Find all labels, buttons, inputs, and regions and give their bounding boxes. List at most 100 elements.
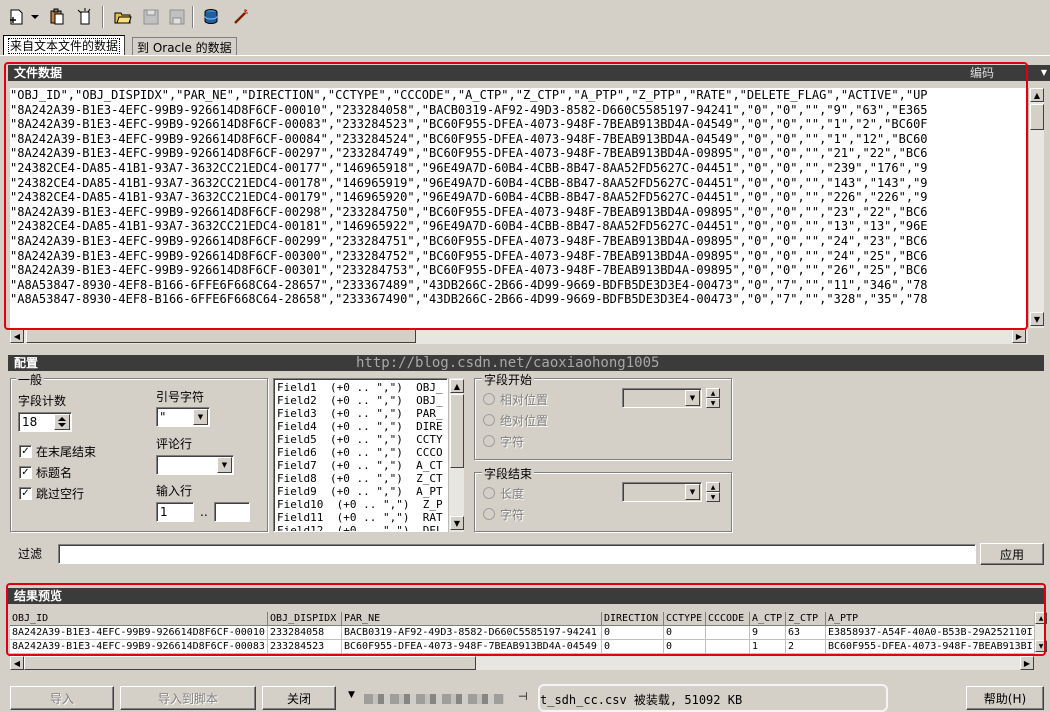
- input-row-from-value: 1: [160, 505, 168, 519]
- preview-scroll-left-icon[interactable]: ◀: [10, 656, 24, 670]
- encoding-dropdown-arrow-icon[interactable]: ▼: [1038, 65, 1050, 81]
- relative-position-label: 相对位置: [500, 393, 549, 407]
- field-list-item[interactable]: Field12 (+0 .. ",") DEL: [277, 524, 447, 531]
- field-start-dropdown-arrow-icon[interactable]: ▼: [685, 390, 700, 406]
- import-button-label: 导入: [49, 691, 74, 706]
- file-data-vertical-scrollbar[interactable]: ▲ ▼: [1028, 88, 1044, 328]
- blurred-text-icon: [364, 694, 504, 704]
- input-row-from-field[interactable]: 1: [156, 502, 194, 522]
- end-of-line-checkbox[interactable]: ✓: [19, 445, 32, 458]
- field-start-spinner-icon[interactable]: ▲ ▼: [706, 388, 720, 408]
- magic-wand-icon[interactable]: [230, 6, 252, 28]
- field-list[interactable]: Field1 (+0 .. ",") OBJ_ Field2 (+0 .. ","…: [273, 378, 448, 532]
- length-radio[interactable]: [483, 487, 495, 499]
- input-row-separator: ..: [200, 505, 208, 519]
- skip-blank-lines-checkbox[interactable]: ✓: [19, 487, 32, 500]
- length-label: 长度: [500, 487, 525, 501]
- apply-button-label: 应用: [999, 547, 1024, 562]
- general-title: 一般: [16, 371, 45, 388]
- tab-text-file-data[interactable]: 来自文本文件的数据: [3, 35, 126, 56]
- watermark-text: http://blog.csdn.net/caoxiaohong1005: [356, 355, 660, 371]
- field-list-item[interactable]: Field6 (+0 .. ",") CCCO: [277, 446, 447, 459]
- field-list-item[interactable]: Field1 (+0 .. ",") OBJ_: [277, 381, 447, 394]
- input-row-label: 输入行: [156, 484, 193, 498]
- field-list-item[interactable]: Field5 (+0 .. ",") CCTY: [277, 433, 447, 446]
- import-to-script-button[interactable]: 导入到脚本: [120, 686, 256, 710]
- field-count-value: 18: [22, 415, 38, 429]
- field-list-scroll-up-icon[interactable]: ▲: [450, 379, 464, 393]
- preview-horizontal-scrollbar[interactable]: ◀ ▶: [10, 656, 1034, 670]
- field-start-dropdown[interactable]: ▼: [622, 388, 702, 408]
- import-to-script-label: 导入到脚本: [157, 691, 218, 706]
- scroll-left-arrow-icon[interactable]: ◀: [10, 329, 24, 343]
- open-folder-icon[interactable]: [112, 6, 134, 28]
- scroll-down-arrow-icon[interactable]: ▼: [1030, 312, 1044, 326]
- field-start-title: 字段开始: [482, 371, 535, 388]
- file-data-vscroll-thumb[interactable]: [1030, 104, 1044, 130]
- field-list-item[interactable]: Field3 (+0 .. ",") PAR_: [277, 407, 447, 420]
- absolute-position-radio[interactable]: [483, 414, 495, 426]
- quote-char-dropdown-arrow-icon[interactable]: ▼: [193, 409, 208, 425]
- quote-char-dropdown[interactable]: " ▼: [156, 407, 210, 427]
- field-list-scroll-thumb[interactable]: [450, 394, 464, 468]
- field-list-item[interactable]: Field7 (+0 .. ",") A_CT: [277, 459, 447, 472]
- end-character-label: 字符: [500, 508, 525, 522]
- field-list-item[interactable]: Field10 (+0 .. ",") Z_P: [277, 498, 447, 511]
- import-button[interactable]: 导入: [10, 686, 114, 710]
- end-character-radio[interactable]: [483, 508, 495, 520]
- input-row-to-field[interactable]: [214, 502, 250, 522]
- skip-blank-lines-label: 跳过空行: [36, 487, 85, 501]
- field-list-scroll-down-icon[interactable]: ▼: [450, 516, 464, 530]
- field-end-dropdown[interactable]: ▼: [622, 482, 702, 502]
- quote-char-value: ": [160, 410, 166, 424]
- field-list-item[interactable]: Field2 (+0 .. ",") OBJ_: [277, 394, 447, 407]
- save-as-disabled-icon[interactable]: [166, 6, 188, 28]
- file-data-horizontal-scrollbar[interactable]: ◀ ▶: [10, 328, 1028, 344]
- close-button[interactable]: 关闭: [262, 686, 336, 710]
- comment-line-dropdown[interactable]: ▼: [156, 455, 234, 475]
- preview-scroll-right-icon[interactable]: ▶: [1020, 656, 1034, 670]
- new-item-sparkle-icon[interactable]: [74, 6, 96, 28]
- field-list-item[interactable]: Field11 (+0 .. ",") RAT: [277, 511, 447, 524]
- highlight-preview: [6, 583, 1046, 656]
- new-document-icon[interactable]: [6, 6, 28, 28]
- status-text: t_sdh_cc.csv 被装载, 51092 KB: [538, 684, 888, 712]
- preview-hscroll-thumb[interactable]: [24, 656, 476, 670]
- new-dropdown-arrow-icon[interactable]: [28, 6, 42, 28]
- end-of-line-label: 在末尾结束: [36, 445, 97, 459]
- header-names-checkbox[interactable]: ✓: [19, 466, 32, 479]
- filter-label: 过滤: [18, 547, 43, 561]
- status-dropdown-arrow-icon[interactable]: ▼: [348, 690, 356, 704]
- tab-text-file-data-label: 来自文本文件的数据: [8, 38, 121, 54]
- help-button[interactable]: 帮助(H): [966, 686, 1044, 710]
- file-data-hscroll-thumb[interactable]: [26, 329, 416, 343]
- database-icon[interactable]: [200, 6, 222, 28]
- field-list-item[interactable]: Field4 (+0 .. ",") DIRE: [277, 420, 447, 433]
- pin-icon[interactable]: ⊣: [518, 690, 534, 706]
- tab-oracle-data-label: 到 Oracle 的数据: [137, 41, 232, 55]
- field-count-label: 字段计数: [18, 394, 67, 408]
- close-button-label: 关闭: [286, 691, 311, 706]
- apply-button[interactable]: 应用: [980, 543, 1044, 565]
- field-end-spinner-icon[interactable]: ▲ ▼: [706, 482, 720, 502]
- field-count-spin-icon[interactable]: [54, 414, 70, 430]
- field-list-item[interactable]: Field9 (+0 .. ",") A_PT: [277, 485, 447, 498]
- field-list-item[interactable]: Field8 (+0 .. ",") Z_CT: [277, 472, 447, 485]
- filter-input[interactable]: [58, 544, 976, 564]
- highlight-file-data: [4, 62, 1028, 330]
- absolute-position-label: 绝对位置: [500, 414, 549, 428]
- quote-char-label: 引号字符: [156, 390, 205, 404]
- comment-line-dropdown-arrow-icon[interactable]: ▼: [217, 457, 232, 473]
- field-count-spinner[interactable]: 18: [18, 412, 72, 432]
- scroll-right-arrow-icon[interactable]: ▶: [1012, 329, 1026, 343]
- scroll-up-arrow-icon[interactable]: ▲: [1030, 88, 1044, 102]
- field-list-scrollbar[interactable]: ▲ ▼: [448, 378, 464, 532]
- tab-bar: 来自文本文件的数据 到 Oracle 的数据: [0, 35, 1050, 57]
- relative-position-radio[interactable]: [483, 393, 495, 405]
- save-disabled-icon[interactable]: [140, 6, 162, 28]
- tab-oracle-data[interactable]: 到 Oracle 的数据: [132, 37, 237, 56]
- start-character-radio[interactable]: [483, 435, 495, 447]
- paste-clipboard-icon[interactable]: [46, 6, 68, 28]
- start-character-label: 字符: [500, 435, 525, 449]
- field-end-dropdown-arrow-icon[interactable]: ▼: [685, 484, 700, 500]
